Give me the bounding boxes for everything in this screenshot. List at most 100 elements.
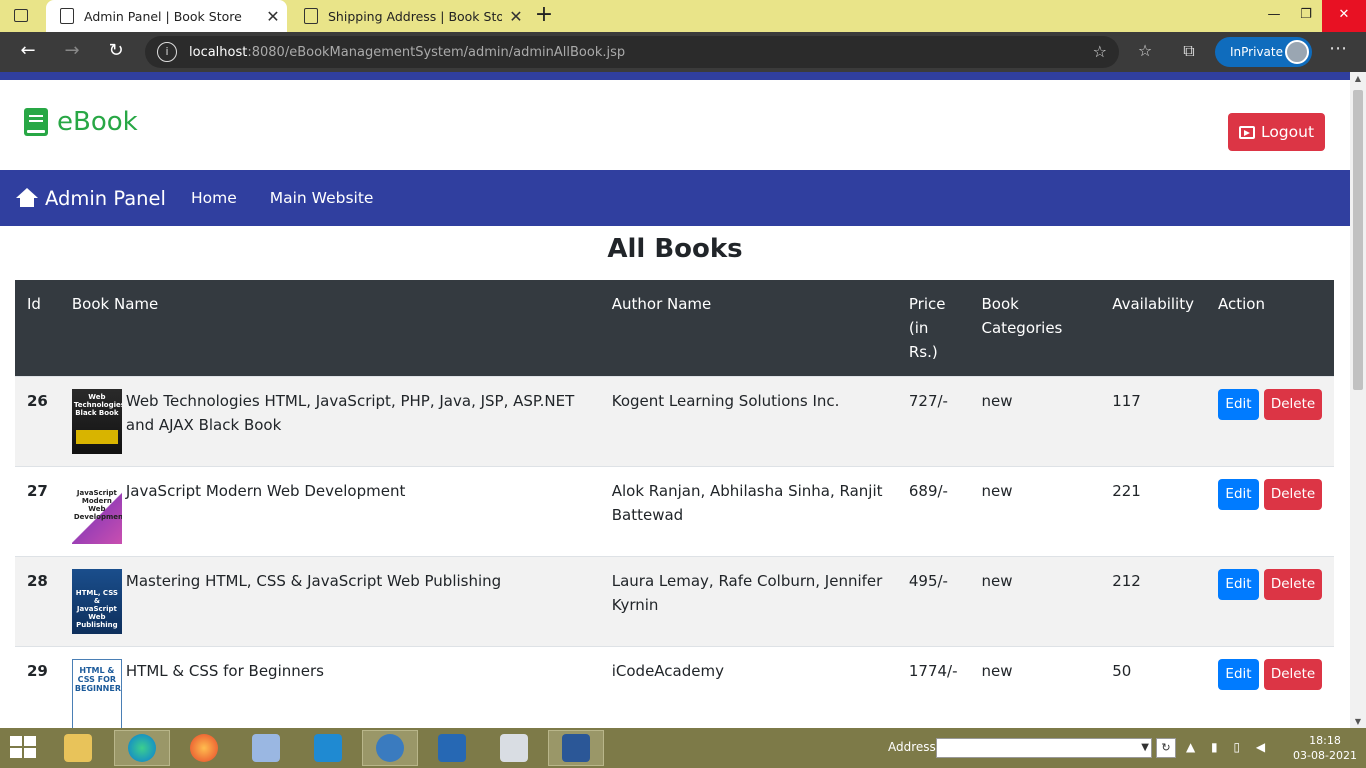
brand-name: eBook <box>57 107 138 137</box>
page-icon <box>304 8 318 24</box>
book-name: JavaScript Modern Web Development <box>125 482 406 500</box>
admin-navbar: Admin Panel Home Main Website <box>0 170 1350 226</box>
logout-button[interactable]: Logout <box>1228 113 1325 151</box>
books-table: Id Book Name Author Name Price (in Rs.) … <box>15 280 1334 728</box>
table-row: 26 Web Technologies Black Book Web Techn… <box>15 376 1334 467</box>
cover-text: Web Technologies Black Book <box>73 393 122 417</box>
book-id: 26 <box>15 376 60 467</box>
price: 1774/- <box>896 646 970 728</box>
action-cell: Edit Delete <box>1206 376 1334 467</box>
more-icon[interactable]: ⋯ <box>1325 38 1351 59</box>
taskbar-address-input[interactable]: ▼ <box>936 738 1152 758</box>
availability: 50 <box>1100 646 1206 728</box>
delete-button[interactable]: Delete <box>1264 389 1322 420</box>
tab-admin-panel[interactable]: Admin Panel | Book Store ✕ <box>46 0 287 32</box>
close-tab-icon[interactable]: ✕ <box>502 7 530 26</box>
clock-time: 18:18 <box>1309 734 1341 747</box>
book-name-cell: Web Technologies Black Book Web Technolo… <box>59 376 600 467</box>
cover-text: HTML, CSS & JavaScript Web Publishing <box>75 589 118 629</box>
inprivate-label: InPrivate <box>1230 45 1283 59</box>
site-info-icon[interactable]: i <box>157 42 177 62</box>
add-favorite-icon[interactable]: ☆ <box>1093 42 1107 61</box>
windows-start-icon[interactable] <box>10 736 38 760</box>
book-category: new <box>969 646 1101 728</box>
column-header-id: Id <box>15 280 60 377</box>
address-bar[interactable]: i localhost:8080/eBookManagementSystem/a… <box>145 36 1119 68</box>
refresh-icon[interactable]: ↻ <box>101 37 131 67</box>
forward-icon[interactable]: → <box>57 37 87 67</box>
collections-icon[interactable]: ⧉ <box>1175 38 1203 66</box>
virtualbox-icon[interactable] <box>238 730 294 766</box>
favorites-icon[interactable]: ☆ <box>1131 38 1159 66</box>
availability: 221 <box>1100 466 1206 557</box>
cover-text: JavaScript Modern Web Development <box>73 489 122 521</box>
browser-tab-bar: Admin Panel | Book Store ✕ Shipping Addr… <box>0 0 1366 32</box>
mysql-icon[interactable] <box>362 730 418 766</box>
admin-panel-brand[interactable]: Admin Panel <box>16 187 166 210</box>
taskbar-refresh-icon[interactable]: ↻ <box>1156 738 1176 758</box>
book-name-cell: HTML, CSS & JavaScript Web Publishing Ma… <box>59 556 600 647</box>
nav-link-main-website[interactable]: Main Website <box>270 189 374 207</box>
author-name: Alok Ranjan, Abhilasha Sinha, Ranjit Bat… <box>599 466 897 557</box>
edge-browser-icon[interactable] <box>114 730 170 766</box>
delete-button[interactable]: Delete <box>1264 569 1322 600</box>
close-tab-icon[interactable]: ✕ <box>259 7 287 26</box>
word-icon[interactable] <box>548 730 604 766</box>
scroll-up-icon[interactable]: ▲ <box>1350 74 1366 83</box>
tab-actions-icon[interactable] <box>14 0 32 32</box>
file-explorer-icon[interactable] <box>50 730 106 766</box>
price: 727/- <box>896 376 970 467</box>
scroll-thumb[interactable] <box>1353 90 1363 390</box>
availability: 212 <box>1100 556 1206 647</box>
book-category: new <box>969 376 1101 467</box>
action-cell: Edit Delete <box>1206 646 1334 728</box>
close-window-icon[interactable]: ✕ <box>1322 0 1366 32</box>
column-header-availability: Availability <box>1100 280 1206 377</box>
home-icon <box>16 188 38 208</box>
clock-date: 03-08-2021 <box>1293 749 1357 762</box>
book-id: 29 <box>15 646 60 728</box>
taskbar-clock[interactable]: 18:18 03-08-2021 <box>1290 733 1360 763</box>
logout-label: Logout <box>1260 123 1315 141</box>
vscode-icon[interactable] <box>300 730 356 766</box>
minimize-icon[interactable]: — <box>1258 0 1290 32</box>
new-tab-icon[interactable]: + <box>532 0 556 32</box>
system-tray[interactable]: ▲ ▮ ▯ ◀ <box>1186 740 1271 754</box>
book-id: 27 <box>15 466 60 557</box>
brand-logo[interactable]: eBook <box>24 107 138 137</box>
chevron-down-icon[interactable]: ▼ <box>1141 739 1149 757</box>
delete-button[interactable]: Delete <box>1264 659 1322 690</box>
column-header-author-name: Author Name <box>599 280 897 377</box>
restore-icon[interactable]: ❐ <box>1290 0 1322 32</box>
tab-title: Admin Panel | Book Store <box>84 8 242 24</box>
book-id: 28 <box>15 556 60 647</box>
book-name: Mastering HTML, CSS & JavaScript Web Pub… <box>125 572 502 590</box>
cover-text: HTML & CSS FOR BEGINNERS <box>74 666 122 693</box>
top-strip <box>0 72 1350 80</box>
inprivate-button[interactable]: InPrivate <box>1215 37 1312 67</box>
page-viewport: eBook Logout Admin Panel Home Main Websi… <box>0 72 1350 728</box>
delete-button[interactable]: Delete <box>1264 479 1322 510</box>
author-name: Laura Lemay, Rafe Colburn, Jennifer Kyrn… <box>599 556 897 647</box>
book-cover-image: Web Technologies Black Book <box>71 389 122 454</box>
url-path: :8080/eBookManagementSystem/admin/adminA… <box>247 44 626 60</box>
profile-avatar <box>1285 40 1309 64</box>
powershell-icon[interactable] <box>424 730 480 766</box>
brand-header: eBook Logout <box>0 80 1350 170</box>
edit-button[interactable]: Edit <box>1218 479 1259 510</box>
edit-button[interactable]: Edit <box>1218 659 1259 690</box>
table-row: 27 JavaScript Modern Web Development Jav… <box>15 466 1334 557</box>
tab-shipping-address[interactable]: Shipping Address | Book Store ✕ <box>290 0 530 32</box>
page-scrollbar[interactable]: ▲ ▼ <box>1350 72 1366 728</box>
page-icon <box>60 8 74 24</box>
url-host: localhost <box>189 44 248 60</box>
performance-monitor-icon[interactable] <box>486 730 542 766</box>
table-row: 28 HTML, CSS & JavaScript Web Publishing… <box>15 556 1334 647</box>
scroll-down-icon[interactable]: ▼ <box>1350 717 1366 726</box>
browser-toolbar: ← → ↻ i localhost:8080/eBookManagementSy… <box>0 32 1366 72</box>
nav-link-home[interactable]: Home <box>191 189 237 207</box>
edit-button[interactable]: Edit <box>1218 389 1259 420</box>
edit-button[interactable]: Edit <box>1218 569 1259 600</box>
back-icon[interactable]: ← <box>13 37 43 67</box>
firefox-icon[interactable] <box>176 730 232 766</box>
